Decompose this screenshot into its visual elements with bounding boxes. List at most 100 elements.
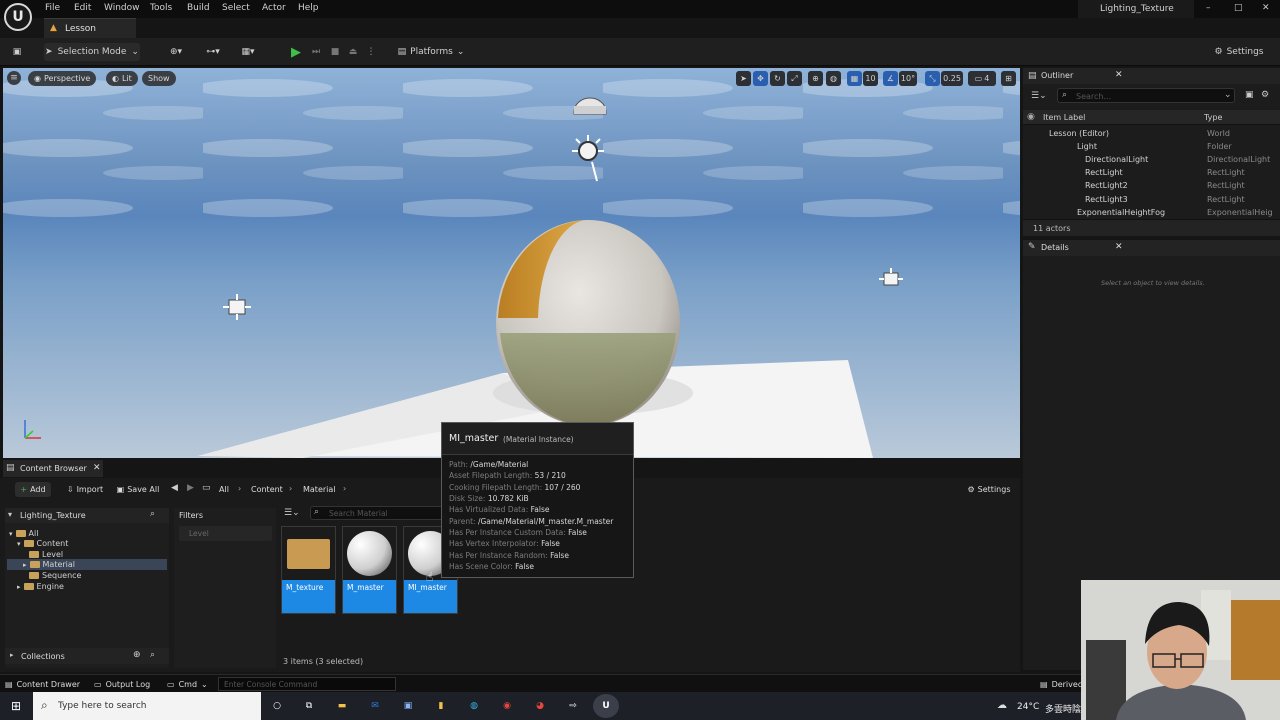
cortana-icon[interactable]: ○: [266, 696, 288, 716]
cmd-dropdown[interactable]: ▭ Cmd ⌄: [167, 677, 208, 691]
search-icon[interactable]: ⌕: [150, 650, 155, 660]
back-icon[interactable]: ◀: [171, 483, 178, 493]
breadcrumb-content[interactable]: Content: [251, 485, 283, 494]
visibility-icon[interactable]: ◉: [1027, 112, 1035, 122]
close-outliner-icon[interactable]: ✕: [1115, 70, 1123, 80]
maximize-viewport-icon[interactable]: ⊞: [1001, 71, 1016, 86]
perspective-button[interactable]: ◉ Perspective: [28, 71, 97, 86]
outliner-row[interactable]: Light Folder: [1023, 141, 1280, 154]
menu-file[interactable]: File: [45, 3, 60, 13]
file-explorer-icon[interactable]: ▬: [331, 696, 353, 716]
breadcrumb-material[interactable]: Material: [303, 485, 336, 494]
windows-start-icon[interactable]: ⊞: [4, 696, 28, 716]
derived-data-button[interactable]: ▤ Derived: [1040, 677, 1083, 691]
save-icon[interactable]: ▣: [10, 45, 24, 58]
outliner-col-label[interactable]: Item Label: [1043, 113, 1085, 122]
tree-item-engine[interactable]: ▸ Engine: [17, 581, 64, 592]
translate-tool-icon[interactable]: ✥: [753, 71, 768, 86]
cb-settings-button[interactable]: ⚙ Settings: [964, 482, 1014, 497]
close-icon[interactable]: ✕: [1262, 3, 1270, 13]
menu-help[interactable]: Help: [298, 3, 319, 13]
asset-search[interactable]: ⌕ Search Material: [310, 506, 445, 520]
rotate-tool-icon[interactable]: ↻: [770, 71, 785, 86]
step-icon[interactable]: ⏭: [308, 43, 324, 61]
lit-button[interactable]: ◐ Lit: [106, 71, 138, 86]
console-input[interactable]: Enter Console Command: [218, 677, 396, 691]
tree-item-material[interactable]: ▸ Material: [7, 559, 167, 570]
notes-icon[interactable]: ▮: [430, 696, 452, 716]
tree-item-content[interactable]: ▾ Content: [17, 538, 68, 549]
close-details-icon[interactable]: ✕: [1115, 242, 1123, 252]
search-icon[interactable]: ⌕: [150, 509, 155, 519]
add-actor-icon[interactable]: ⊕▾: [163, 43, 189, 61]
asset-m-texture[interactable]: M_texture: [281, 526, 336, 614]
add-folder-icon[interactable]: ▣: [1245, 90, 1254, 100]
maximize-icon[interactable]: □: [1234, 3, 1243, 13]
outliner-row[interactable]: ExponentialHeightFog ExponentialHeig: [1023, 207, 1280, 218]
viewport-menu-icon[interactable]: ≡: [7, 71, 21, 85]
app-icon[interactable]: ⇨: [562, 696, 584, 716]
outlook-icon[interactable]: ✉: [364, 696, 386, 716]
play-icon[interactable]: ▶: [288, 43, 304, 61]
outliner-row[interactable]: Lesson (Editor) World: [1023, 128, 1280, 141]
breadcrumb-all[interactable]: All: [219, 485, 229, 494]
unreal-logo-icon[interactable]: U: [4, 3, 32, 31]
edge-icon[interactable]: ◍: [463, 696, 485, 716]
settings-button[interactable]: ⚙ Settings: [1208, 43, 1270, 61]
outliner-row[interactable]: DirectionalLight DirectionalLight: [1023, 154, 1280, 167]
show-button[interactable]: Show: [142, 71, 176, 86]
world-local-icon[interactable]: ⊕: [808, 71, 823, 86]
scale-tool-icon[interactable]: ⤢: [787, 71, 802, 86]
scale-snap-icon[interactable]: ⤡: [925, 71, 940, 86]
grid-snap-icon[interactable]: ▦: [847, 71, 862, 86]
blueprint-icon[interactable]: ⊶▾: [200, 43, 226, 61]
content-drawer-button[interactable]: ▤ Content Drawer: [5, 677, 80, 691]
tree-item-sequence[interactable]: Sequence: [29, 570, 81, 581]
add-button[interactable]: + Add: [15, 482, 51, 497]
level-viewport[interactable]: ≡ ◉ Perspective ◐ Lit Show ➤ ✥ ↻ ⤢ ⊕ ◍ ▦ 1…: [3, 68, 1020, 458]
menu-tools[interactable]: Tools: [150, 3, 172, 13]
outliner-row[interactable]: RectLight3 RectLight: [1023, 194, 1280, 207]
folder-icon[interactable]: ▭: [202, 483, 211, 493]
outliner-col-type[interactable]: Type: [1204, 113, 1222, 122]
outliner-settings-icon[interactable]: ⚙: [1261, 90, 1269, 100]
level-tab[interactable]: ▲ Lesson: [44, 18, 136, 38]
rotation-snap-value[interactable]: 10°: [899, 71, 917, 86]
import-button[interactable]: ⇩ Import: [64, 482, 106, 497]
platforms-dropdown[interactable]: ▤ Platforms ⌄: [396, 43, 466, 61]
add-collection-icon[interactable]: ⊕: [133, 650, 141, 660]
save-all-button[interactable]: ▣ Save All: [115, 482, 161, 497]
filter-icon[interactable]: ☰⌄: [284, 508, 300, 518]
more-options-icon[interactable]: ⋮: [366, 43, 376, 61]
unreal-taskbar-icon[interactable]: U: [593, 694, 619, 718]
cinematics-icon[interactable]: ▦▾: [233, 43, 263, 61]
recorder-icon[interactable]: ◕: [529, 696, 551, 716]
menu-actor[interactable]: Actor: [262, 3, 286, 13]
outliner-row[interactable]: RectLight2 RectLight: [1023, 180, 1280, 193]
grid-snap-value[interactable]: 10: [863, 71, 878, 86]
outliner-search[interactable]: ⌕ Search... ⌄: [1057, 88, 1235, 103]
asset-m-master[interactable]: M_master: [342, 526, 397, 614]
collections-header[interactable]: ▸ Collections ⊕ ⌕: [5, 648, 169, 664]
menu-window[interactable]: Window: [104, 3, 140, 13]
content-browser-tab[interactable]: ▤ Content Browser ✕: [3, 460, 103, 477]
stop-icon[interactable]: ■: [328, 43, 342, 61]
task-view-icon[interactable]: ⧉: [298, 696, 320, 716]
surface-snap-icon[interactable]: ◍: [826, 71, 841, 86]
filter-icon[interactable]: ☰⌄: [1031, 91, 1047, 101]
taskbar-search[interactable]: ⌕ Type here to search: [33, 692, 261, 720]
minimize-icon[interactable]: –: [1206, 3, 1211, 13]
output-log-button[interactable]: ▭ Output Log: [94, 677, 150, 691]
camera-speed-button[interactable]: ▭ 4: [968, 71, 996, 86]
chrome-icon[interactable]: ◉: [496, 696, 518, 716]
app-icon[interactable]: ▣: [397, 696, 419, 716]
scale-snap-value[interactable]: 0.25: [941, 71, 963, 86]
select-tool-icon[interactable]: ➤: [736, 71, 751, 86]
outliner-row[interactable]: RectLight RectLight: [1023, 167, 1280, 180]
collapse-icon[interactable]: ▾: [8, 510, 12, 519]
eject-icon[interactable]: ⏏: [346, 43, 360, 61]
forward-icon[interactable]: ▶: [187, 483, 194, 493]
menu-select[interactable]: Select: [222, 3, 250, 13]
filter-level[interactable]: Level: [179, 526, 272, 541]
menu-edit[interactable]: Edit: [74, 3, 91, 13]
